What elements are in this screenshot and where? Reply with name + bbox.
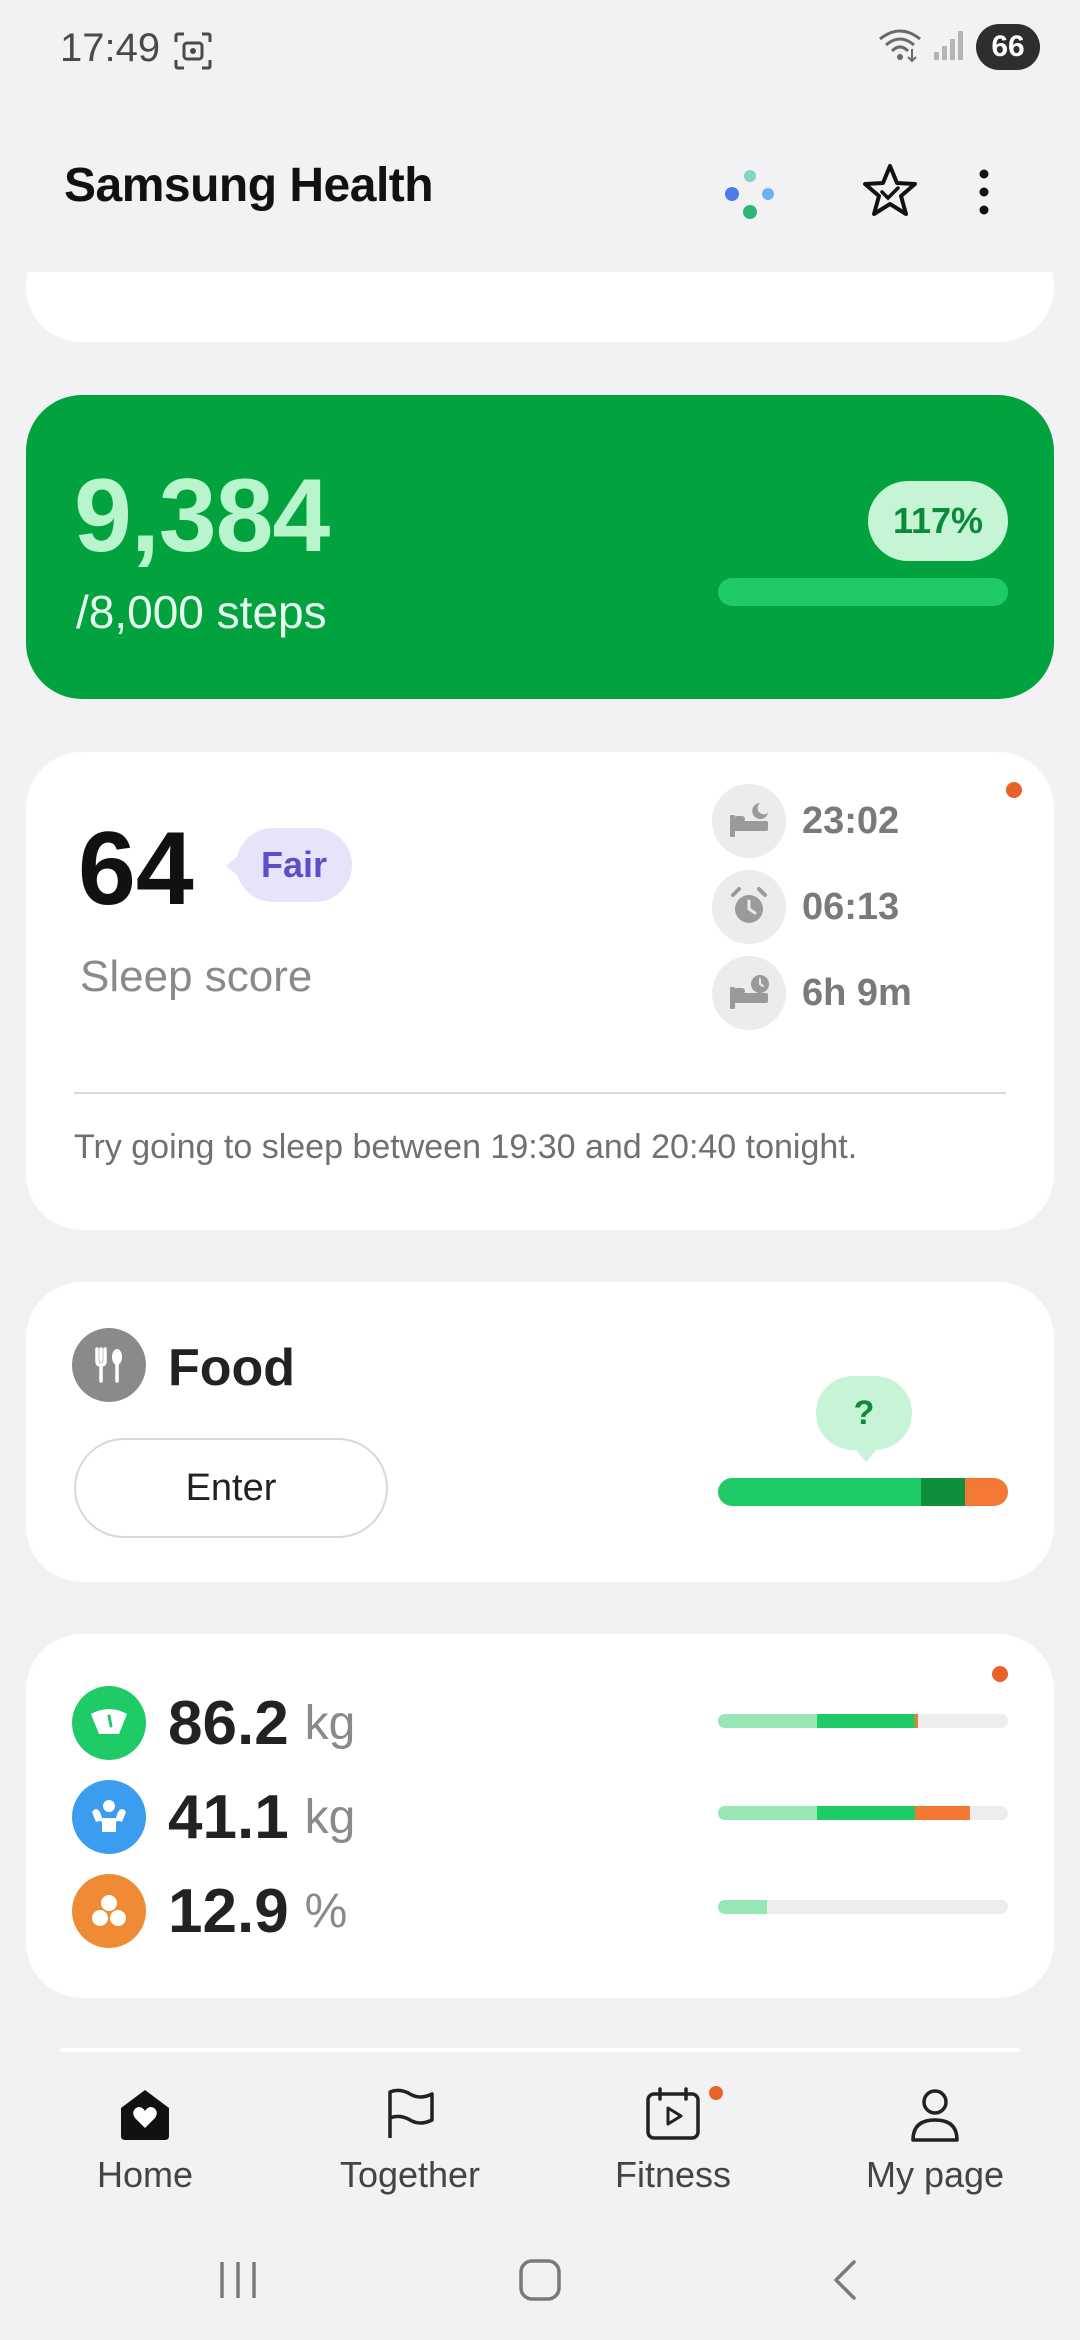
calendar-play-icon bbox=[563, 2082, 783, 2146]
status-time: 17:49 bbox=[60, 26, 161, 70]
food-title: Food bbox=[168, 1339, 296, 1397]
dashboard-scroll[interactable]: 9,384 /8,000 steps 117% 64 Fair Sleep sc… bbox=[0, 272, 1080, 2052]
body-fat-row: 12.9 % bbox=[72, 1874, 347, 1948]
steps-percent-badge: 117% bbox=[868, 481, 1008, 561]
weight-unit: kg bbox=[304, 1696, 356, 1750]
enter-food-button[interactable]: Enter bbox=[74, 1438, 388, 1538]
bedtime-value: 23:02 bbox=[802, 799, 900, 842]
screen-record-icon bbox=[172, 30, 214, 77]
notification-dot bbox=[992, 1666, 1008, 1682]
food-bar-segment bbox=[964, 1478, 1008, 1506]
range-bar-segment bbox=[915, 1806, 971, 1820]
range-bar-segment bbox=[718, 1714, 817, 1728]
sleep-duration-value: 6h 9m bbox=[802, 971, 912, 1014]
wifi-icon bbox=[878, 27, 922, 68]
sleep-score-value: 64 bbox=[78, 811, 194, 927]
food-bar-segment bbox=[921, 1478, 965, 1506]
alarm-clock-icon bbox=[712, 870, 786, 944]
body-fat-icon bbox=[72, 1874, 146, 1948]
nav-label: Home bbox=[96, 2154, 194, 2195]
battery-icon: 66 bbox=[976, 24, 1040, 70]
bed-moon-icon bbox=[712, 784, 786, 858]
steps-goal: /8,000 steps bbox=[76, 586, 327, 638]
range-bar-segment bbox=[718, 1900, 768, 1914]
wake-row: 06:13 bbox=[712, 870, 899, 944]
food-hint-bubble[interactable]: ? bbox=[816, 1376, 912, 1462]
nav-together[interactable]: Together bbox=[300, 2082, 520, 2196]
steps-progress-bar bbox=[718, 578, 1008, 606]
weight-row: 86.2 kg bbox=[72, 1686, 355, 1760]
previous-card[interactable] bbox=[26, 272, 1054, 342]
sleep-card[interactable]: 64 Fair Sleep score 23:02 06:13 6h 9m Tr… bbox=[26, 752, 1054, 1230]
duration-row: 6h 9m bbox=[712, 956, 912, 1030]
body-composition-card[interactable]: 86.2 kg 41.1 kg 12.9 % bbox=[26, 1634, 1054, 1998]
nav-label: My page bbox=[865, 2154, 1005, 2195]
scale-icon bbox=[72, 1686, 146, 1760]
sleep-tip: Try going to sleep between 19:30 and 20:… bbox=[74, 1128, 858, 1166]
steps-card[interactable]: 9,384 /8,000 steps 117% bbox=[26, 395, 1054, 699]
ai-assistant-icon[interactable] bbox=[718, 162, 782, 226]
notification-dot bbox=[1006, 782, 1022, 798]
status-icons: 66 bbox=[878, 24, 1040, 70]
range-bar-segment bbox=[816, 1714, 916, 1728]
food-card[interactable]: Food Enter ? bbox=[26, 1282, 1054, 1582]
muscle-value: 41.1 bbox=[168, 1782, 289, 1852]
wake-time-value: 06:13 bbox=[802, 885, 900, 928]
nav-label: Fitness bbox=[614, 2154, 732, 2195]
fork-spoon-icon bbox=[72, 1328, 146, 1402]
bedtime-row: 23:02 bbox=[712, 784, 899, 858]
back-icon[interactable] bbox=[826, 2258, 866, 2307]
bed-clock-icon bbox=[712, 956, 786, 1030]
recents-icon[interactable] bbox=[216, 2258, 260, 2307]
home-heart-icon bbox=[35, 2082, 255, 2146]
range-bar-segment bbox=[915, 1714, 919, 1728]
steps-count: 9,384 bbox=[74, 458, 330, 574]
body-fat-value: 12.9 bbox=[168, 1876, 289, 1946]
nav-label: Together bbox=[339, 2154, 481, 2195]
status-bar: 17:49 66 bbox=[0, 0, 1080, 100]
body-fat-range-bar bbox=[718, 1900, 1008, 1914]
app-header: Samsung Health bbox=[0, 130, 1080, 250]
home-icon[interactable] bbox=[518, 2258, 562, 2307]
person-icon bbox=[825, 2082, 1045, 2146]
more-options-icon[interactable] bbox=[968, 160, 1000, 224]
body-fat-unit: % bbox=[304, 1884, 348, 1938]
range-bar-segment bbox=[816, 1806, 916, 1820]
flag-icon bbox=[300, 2082, 520, 2146]
notification-dot bbox=[709, 2086, 723, 2100]
muscle-icon bbox=[72, 1780, 146, 1854]
weight-value: 86.2 bbox=[168, 1688, 289, 1758]
divider bbox=[74, 1092, 1006, 1094]
sleep-rating-badge: Fair bbox=[226, 828, 352, 902]
sleep-score-label: Sleep score bbox=[80, 952, 313, 1001]
nav-fitness[interactable]: Fitness bbox=[563, 2082, 783, 2196]
nav-my-page[interactable]: My page bbox=[825, 2082, 1045, 2196]
muscle-range-bar bbox=[718, 1806, 1008, 1820]
favorites-star-icon[interactable] bbox=[858, 160, 922, 224]
signal-icon bbox=[932, 28, 966, 67]
muscle-unit: kg bbox=[304, 1790, 356, 1844]
muscle-row: 41.1 kg bbox=[72, 1780, 355, 1854]
weight-range-bar bbox=[718, 1714, 1008, 1728]
range-bar-segment bbox=[718, 1806, 817, 1820]
system-navigation-bar bbox=[0, 2222, 1080, 2340]
app-title: Samsung Health bbox=[64, 159, 434, 212]
food-balance-bar bbox=[718, 1478, 1008, 1506]
bottom-navigation: Home Together Fitness My page bbox=[0, 2052, 1080, 2222]
food-bar-segment bbox=[718, 1478, 921, 1506]
nav-home[interactable]: Home bbox=[35, 2082, 255, 2196]
